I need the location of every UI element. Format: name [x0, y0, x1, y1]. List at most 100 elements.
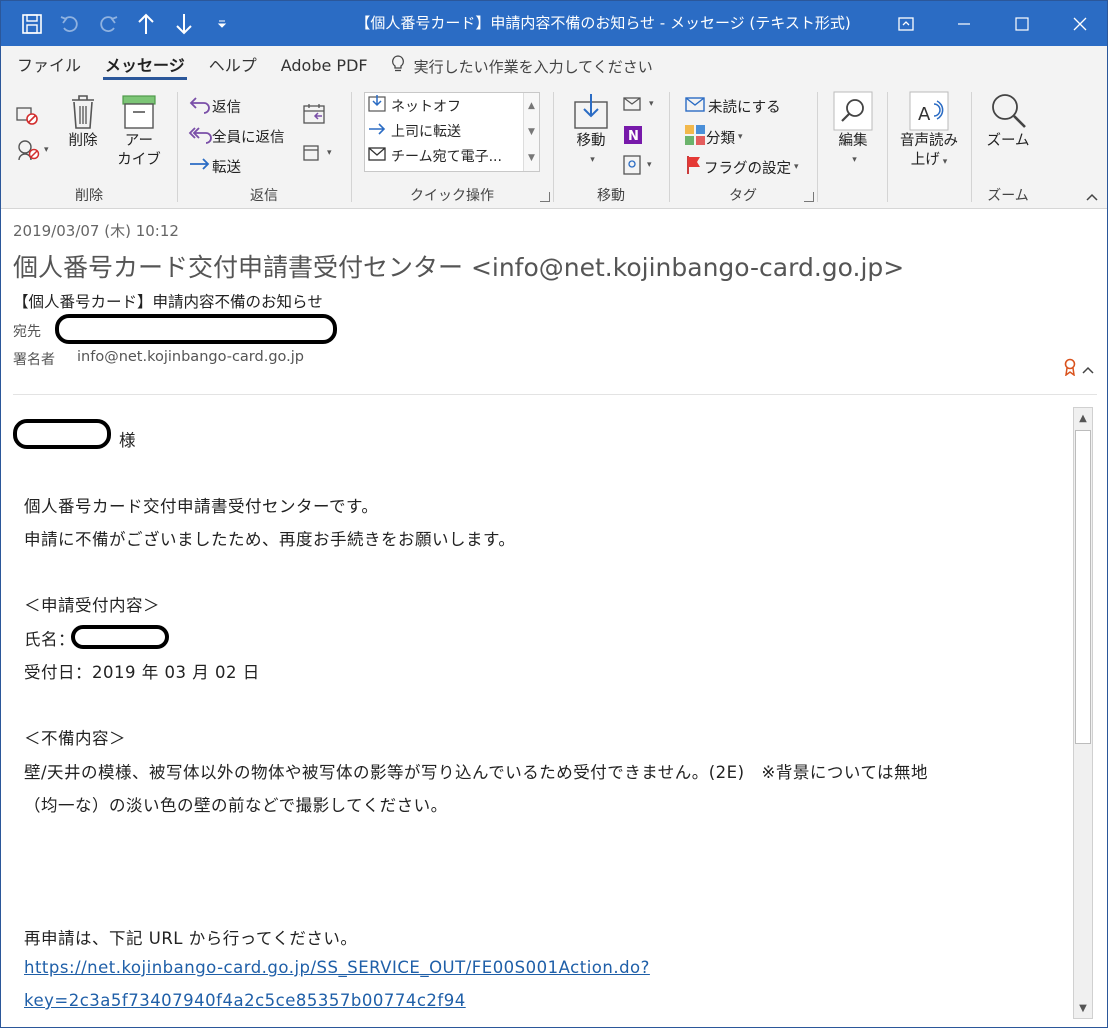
subject: 【個人番号カード】申請内容不備のお知らせ — [13, 293, 323, 311]
scroll-down-icon[interactable]: ▼ — [1074, 998, 1092, 1018]
section-heading: ＜不備内容＞ — [24, 729, 126, 748]
defect-description: 壁/天井の模様、被写体以外の物体や被写体の影等が写り込んでいるため受付できません… — [24, 763, 929, 782]
window-controls — [877, 1, 1107, 46]
tags-group-label: タグ — [729, 188, 757, 204]
reapply-instruction: 再申請は、下記 URL から行ってください。 — [24, 929, 358, 948]
reply-all-button[interactable]: 全員に返信 — [188, 124, 285, 148]
quick-steps-label: クイック操作 — [410, 188, 494, 204]
ribbon-tabs: ファイル メッセージ ヘルプ Adobe PDF 実行したい作業を入力してくださ… — [1, 46, 1107, 86]
reply-button[interactable]: 返信 — [188, 94, 241, 118]
next-item-icon[interactable] — [165, 1, 203, 46]
rules-icon[interactable]: ▾ — [622, 94, 654, 114]
message-header: 2019/03/07 (木) 10:12 個人番号カード交付申請書受付センター … — [1, 210, 1107, 400]
scroll-thumb[interactable] — [1075, 430, 1091, 744]
ribbon: ▾ 削除 アー カイブ 削除 返信 全員に返信 転送 ▾ 返信 ネットオフ 上司… — [1, 86, 1107, 209]
to-label: 宛先 — [13, 324, 41, 340]
tell-me-box[interactable]: 実行したい作業を入力してください — [390, 54, 653, 78]
signer-label: 署名者 — [13, 352, 55, 368]
speech-group: A 音声読み 上げ ▾ — [888, 86, 970, 208]
redacted-name — [71, 625, 169, 649]
move-group: 移動 ▾ ▾ N ▾ 移動 — [554, 86, 668, 208]
sent-date: 2019/03/07 (木) 10:12 — [13, 222, 179, 240]
onenote-icon[interactable]: N — [622, 124, 644, 146]
message-body: 様 個人番号カード交付申請書受付センターです。 申請に不備がございましたため、再… — [1, 401, 1071, 1027]
editing-button[interactable]: 編集 ▾ — [830, 90, 876, 170]
categorize-button[interactable]: 分類 ▾ — [684, 124, 743, 150]
customize-toolbar-icon[interactable] — [203, 1, 241, 46]
lightbulb-icon — [390, 54, 406, 78]
zoom-group-label: ズーム — [987, 188, 1029, 204]
body-line: 申請に不備がございましたため、再度お手続きをお願いします。 — [24, 530, 516, 549]
quick-steps-gallery: ネットオフ 上司に転送 チーム宛て電子... ▲ ▼ ▼ — [364, 92, 540, 172]
signer-address: info@net.kojinbango-card.go.jp — [77, 349, 304, 365]
read-aloud-button[interactable]: A 音声読み 上げ ▾ — [894, 90, 964, 172]
junk-icon[interactable]: ▾ — [15, 138, 49, 162]
sender[interactable]: 個人番号カード交付申請書受付センター <info@net.kojinbango-… — [13, 248, 904, 284]
quick-step-item[interactable]: ネットオフ — [365, 93, 539, 118]
previous-item-icon[interactable] — [127, 1, 165, 46]
header-divider — [13, 394, 1097, 395]
salutation-suffix: 様 — [119, 431, 136, 450]
quick-step-item[interactable]: 上司に転送 — [365, 118, 539, 143]
follow-up-button[interactable]: フラグの設定 ▾ — [684, 154, 799, 180]
quick-access-toolbar — [1, 1, 241, 46]
reapply-link[interactable]: key=2c3a5f73407940f4a2c5ce85357b00774c2f… — [24, 991, 466, 1010]
redacted-recipient — [55, 314, 337, 344]
delete-button[interactable]: 削除 — [61, 92, 105, 151]
reapply-link[interactable]: https://net.kojinbango-card.go.jp/SS_SER… — [24, 958, 650, 977]
respond-group-label: 返信 — [250, 188, 278, 204]
scroll-up-icon[interactable]: ▲ — [1074, 408, 1092, 428]
collapse-ribbon-icon[interactable] — [1085, 192, 1099, 202]
chevron-down-icon[interactable]: ▼ — [524, 119, 539, 145]
unread-mail-icon — [684, 94, 708, 118]
maximize-icon[interactable] — [993, 1, 1051, 46]
tell-me-placeholder: 実行したい作業を入力してください — [413, 57, 653, 76]
close-icon[interactable] — [1051, 1, 1107, 46]
expand-gallery-icon[interactable]: ▼ — [524, 145, 539, 171]
zoom-group: ズーム ズーム — [972, 86, 1044, 208]
quick-steps-group: ネットオフ 上司に転送 チーム宛て電子... ▲ ▼ ▼ クイック操作 — [352, 86, 552, 208]
categorize-icon — [684, 124, 706, 150]
tags-group: 未読にする 分類 ▾ フラグの設定 ▾ タグ — [670, 86, 816, 208]
tab-adobe-pdf[interactable]: Adobe PDF — [269, 46, 380, 86]
save-icon[interactable] — [13, 1, 51, 46]
minimize-icon[interactable] — [935, 1, 993, 46]
section-heading: ＜申請受付内容＞ — [24, 596, 160, 615]
chevron-down-icon: ▾ — [590, 155, 595, 165]
forward-button[interactable]: 転送 — [188, 154, 241, 178]
delete-group-label: 削除 — [75, 188, 103, 204]
dialog-launcher-icon[interactable] — [540, 192, 550, 202]
outlook-message-window: 【個人番号カード】申請内容不備のお知らせ - メッセージ (テキスト形式) ファ… — [0, 0, 1108, 1028]
tab-file[interactable]: ファイル — [5, 46, 93, 86]
received-date: 受付日：2019 年 03 月 02 日 — [24, 663, 260, 682]
ignore-icon[interactable] — [15, 104, 39, 126]
move-group-label: 移動 — [597, 188, 625, 204]
chevron-up-icon[interactable]: ▲ — [524, 93, 539, 119]
respond-group: 返信 全員に返信 転送 ▾ 返信 — [178, 86, 350, 208]
meeting-reply-icon[interactable] — [302, 102, 328, 126]
move-button[interactable]: 移動 ▾ — [568, 92, 614, 170]
actions-icon[interactable]: ▾ — [622, 154, 652, 176]
editing-group: 編集 ▾ — [818, 86, 886, 208]
archive-button[interactable]: アー カイブ — [113, 92, 165, 170]
tab-help[interactable]: ヘルプ — [197, 46, 269, 86]
tab-message[interactable]: メッセージ — [93, 46, 197, 86]
name-label: 氏名： — [24, 630, 75, 649]
dialog-launcher-icon[interactable] — [804, 192, 814, 202]
quick-step-item[interactable]: チーム宛て電子... — [365, 143, 539, 168]
mark-unread-button[interactable]: 未読にする — [684, 94, 781, 118]
forward-icon — [188, 154, 212, 178]
quick-steps-scroll[interactable]: ▲ ▼ ▼ — [523, 93, 539, 171]
collapse-header-icon[interactable] — [1081, 360, 1095, 379]
vertical-scrollbar[interactable]: ▲ ▼ — [1073, 407, 1093, 1019]
redo-icon[interactable] — [89, 1, 127, 46]
ribbon-display-icon[interactable] — [877, 1, 935, 46]
signature-badge-icon[interactable] — [1063, 358, 1077, 380]
more-respond-icon[interactable]: ▾ — [302, 142, 332, 164]
reply-icon — [188, 94, 212, 118]
zoom-button[interactable]: ズーム — [984, 90, 1032, 151]
chevron-down-icon: ▾ — [852, 155, 857, 165]
reply-all-icon — [188, 124, 212, 148]
redacted-recipient-name — [13, 419, 111, 449]
undo-icon[interactable] — [51, 1, 89, 46]
